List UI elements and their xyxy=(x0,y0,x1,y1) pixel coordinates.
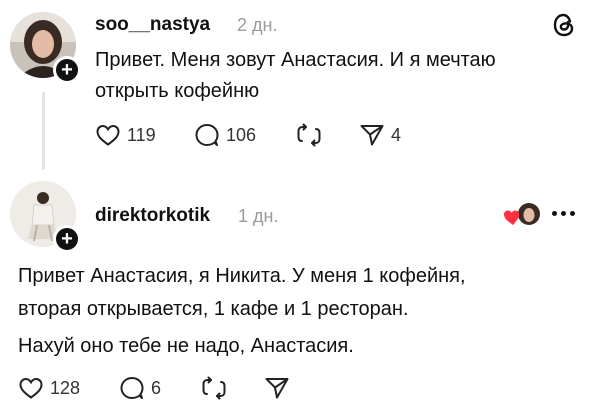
comment-icon xyxy=(120,377,144,399)
repost-button[interactable] xyxy=(200,376,228,400)
more-options-icon[interactable] xyxy=(552,211,575,216)
heart-icon xyxy=(504,210,520,225)
comment-icon xyxy=(195,124,219,146)
heart-icon xyxy=(19,377,43,399)
post-text-line: вторая открывается, 1 кафе и 1 ресторан. xyxy=(18,298,409,320)
share-count: 4 xyxy=(391,124,402,145)
send-icon xyxy=(360,125,384,146)
post-text-line: Нахуй оно тебе не надо, Анастасия. xyxy=(18,335,354,357)
like-button[interactable]: 119 xyxy=(95,123,156,147)
share-button[interactable]: 4 xyxy=(359,123,401,147)
post-text-line: Привет Анастасия, я Никита. У меня 1 коф… xyxy=(18,265,466,287)
post-text-line: открыть кофейню xyxy=(95,80,260,102)
post-timestamp: 1 дн. xyxy=(238,206,279,226)
repost-button[interactable] xyxy=(295,123,323,147)
repost-icon xyxy=(297,123,321,147)
like-count: 119 xyxy=(127,124,156,145)
follow-plus-button[interactable]: + xyxy=(53,56,81,84)
post-author-username[interactable]: soo__nastya xyxy=(95,14,210,36)
comment-count: 6 xyxy=(151,377,162,398)
post-text-line: Привет. Меня зовут Анастасия. И я мечтаю xyxy=(95,49,496,71)
heart-icon xyxy=(96,124,120,146)
comment-button[interactable]: 106 xyxy=(194,123,256,147)
comment-count: 106 xyxy=(226,124,257,145)
like-count: 128 xyxy=(50,377,81,398)
share-button[interactable] xyxy=(264,376,290,400)
like-button[interactable]: 128 xyxy=(18,376,80,400)
comment-button[interactable]: 6 xyxy=(119,376,161,400)
post-timestamp: 2 дн. xyxy=(237,15,278,35)
follow-plus-button[interactable]: + xyxy=(53,225,81,253)
repost-icon xyxy=(202,376,226,400)
threads-logo-icon[interactable] xyxy=(552,12,576,43)
send-icon xyxy=(265,378,289,399)
liked-by-author-badge xyxy=(503,202,543,228)
thread-connector-line xyxy=(42,92,45,170)
post-author-username[interactable]: direktorkotik xyxy=(95,205,210,227)
